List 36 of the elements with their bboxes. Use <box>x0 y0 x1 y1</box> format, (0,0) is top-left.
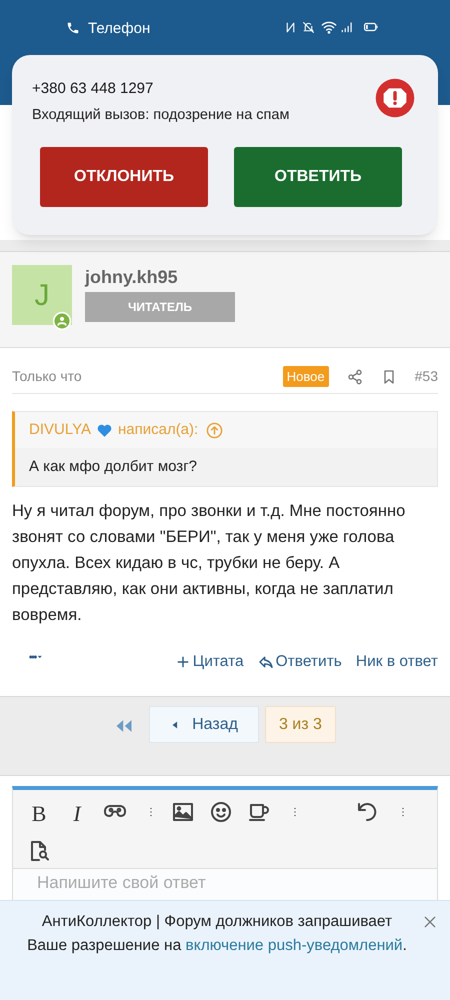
answer-button[interactable]: ОТВЕТИТЬ <box>234 147 402 207</box>
post-time[interactable]: Только что <box>12 366 283 387</box>
italic-button[interactable]: I <box>65 797 89 827</box>
push-message: АнтиКоллектор | Форум должников запрашивает Ваше разрешение на включение push-уведомлений. <box>26 912 408 956</box>
username[interactable]: johny.kh95 <box>85 266 235 288</box>
call-subtitle: Входящий вызов: подозрение на спам <box>32 106 290 125</box>
share-icon[interactable] <box>346 368 363 384</box>
nfc-icon <box>284 21 297 34</box>
role-badge: ЧИТАТЕЛЬ <box>85 292 235 322</box>
quote-link[interactable]: Цитата <box>174 650 244 674</box>
quote-attribution: написал(а): <box>118 420 198 440</box>
alert-icon <box>374 77 416 119</box>
signal-icon <box>340 20 354 34</box>
phone-icon <box>66 21 80 35</box>
plus-icon <box>174 654 191 670</box>
wifi-icon <box>321 19 337 35</box>
reply-link[interactable]: Ответить <box>258 650 342 674</box>
reply-arrow-icon <box>258 654 274 670</box>
undo-icon[interactable] <box>355 800 379 824</box>
smiley-icon[interactable] <box>209 800 233 824</box>
decline-button[interactable]: ОТКЛОНИТЬ <box>40 147 208 207</box>
bold-button[interactable]: B <box>27 797 51 827</box>
post-number[interactable]: #53 <box>414 366 438 387</box>
app-name: Телефон <box>88 19 150 39</box>
caller-number: +380 63 448 1297 <box>32 79 154 99</box>
new-badge: Новое <box>282 366 329 388</box>
post-body: Ну я читал форум, про звонки и т.д. Мне постоянно звонят со словами "БЕРИ", так у меня уже голова опухла. Всех кидаю в чс, трубки не беру. А представляю, как они активны, когда не заплатил вовремя. <box>12 501 406 626</box>
back-button[interactable]: Назад <box>149 706 259 743</box>
close-icon[interactable] <box>422 914 438 930</box>
bell-off-icon <box>302 21 315 34</box>
push-link[interactable]: включение push-уведомлений <box>186 937 403 954</box>
page-indicator[interactable]: 3 из 3 <box>264 706 336 743</box>
mention-link[interactable]: Ник в ответ <box>356 650 438 674</box>
image-icon[interactable] <box>171 800 195 824</box>
avatar-initial: J <box>34 278 50 314</box>
quote-text: А как мфо долбит мозг? <box>15 448 437 486</box>
